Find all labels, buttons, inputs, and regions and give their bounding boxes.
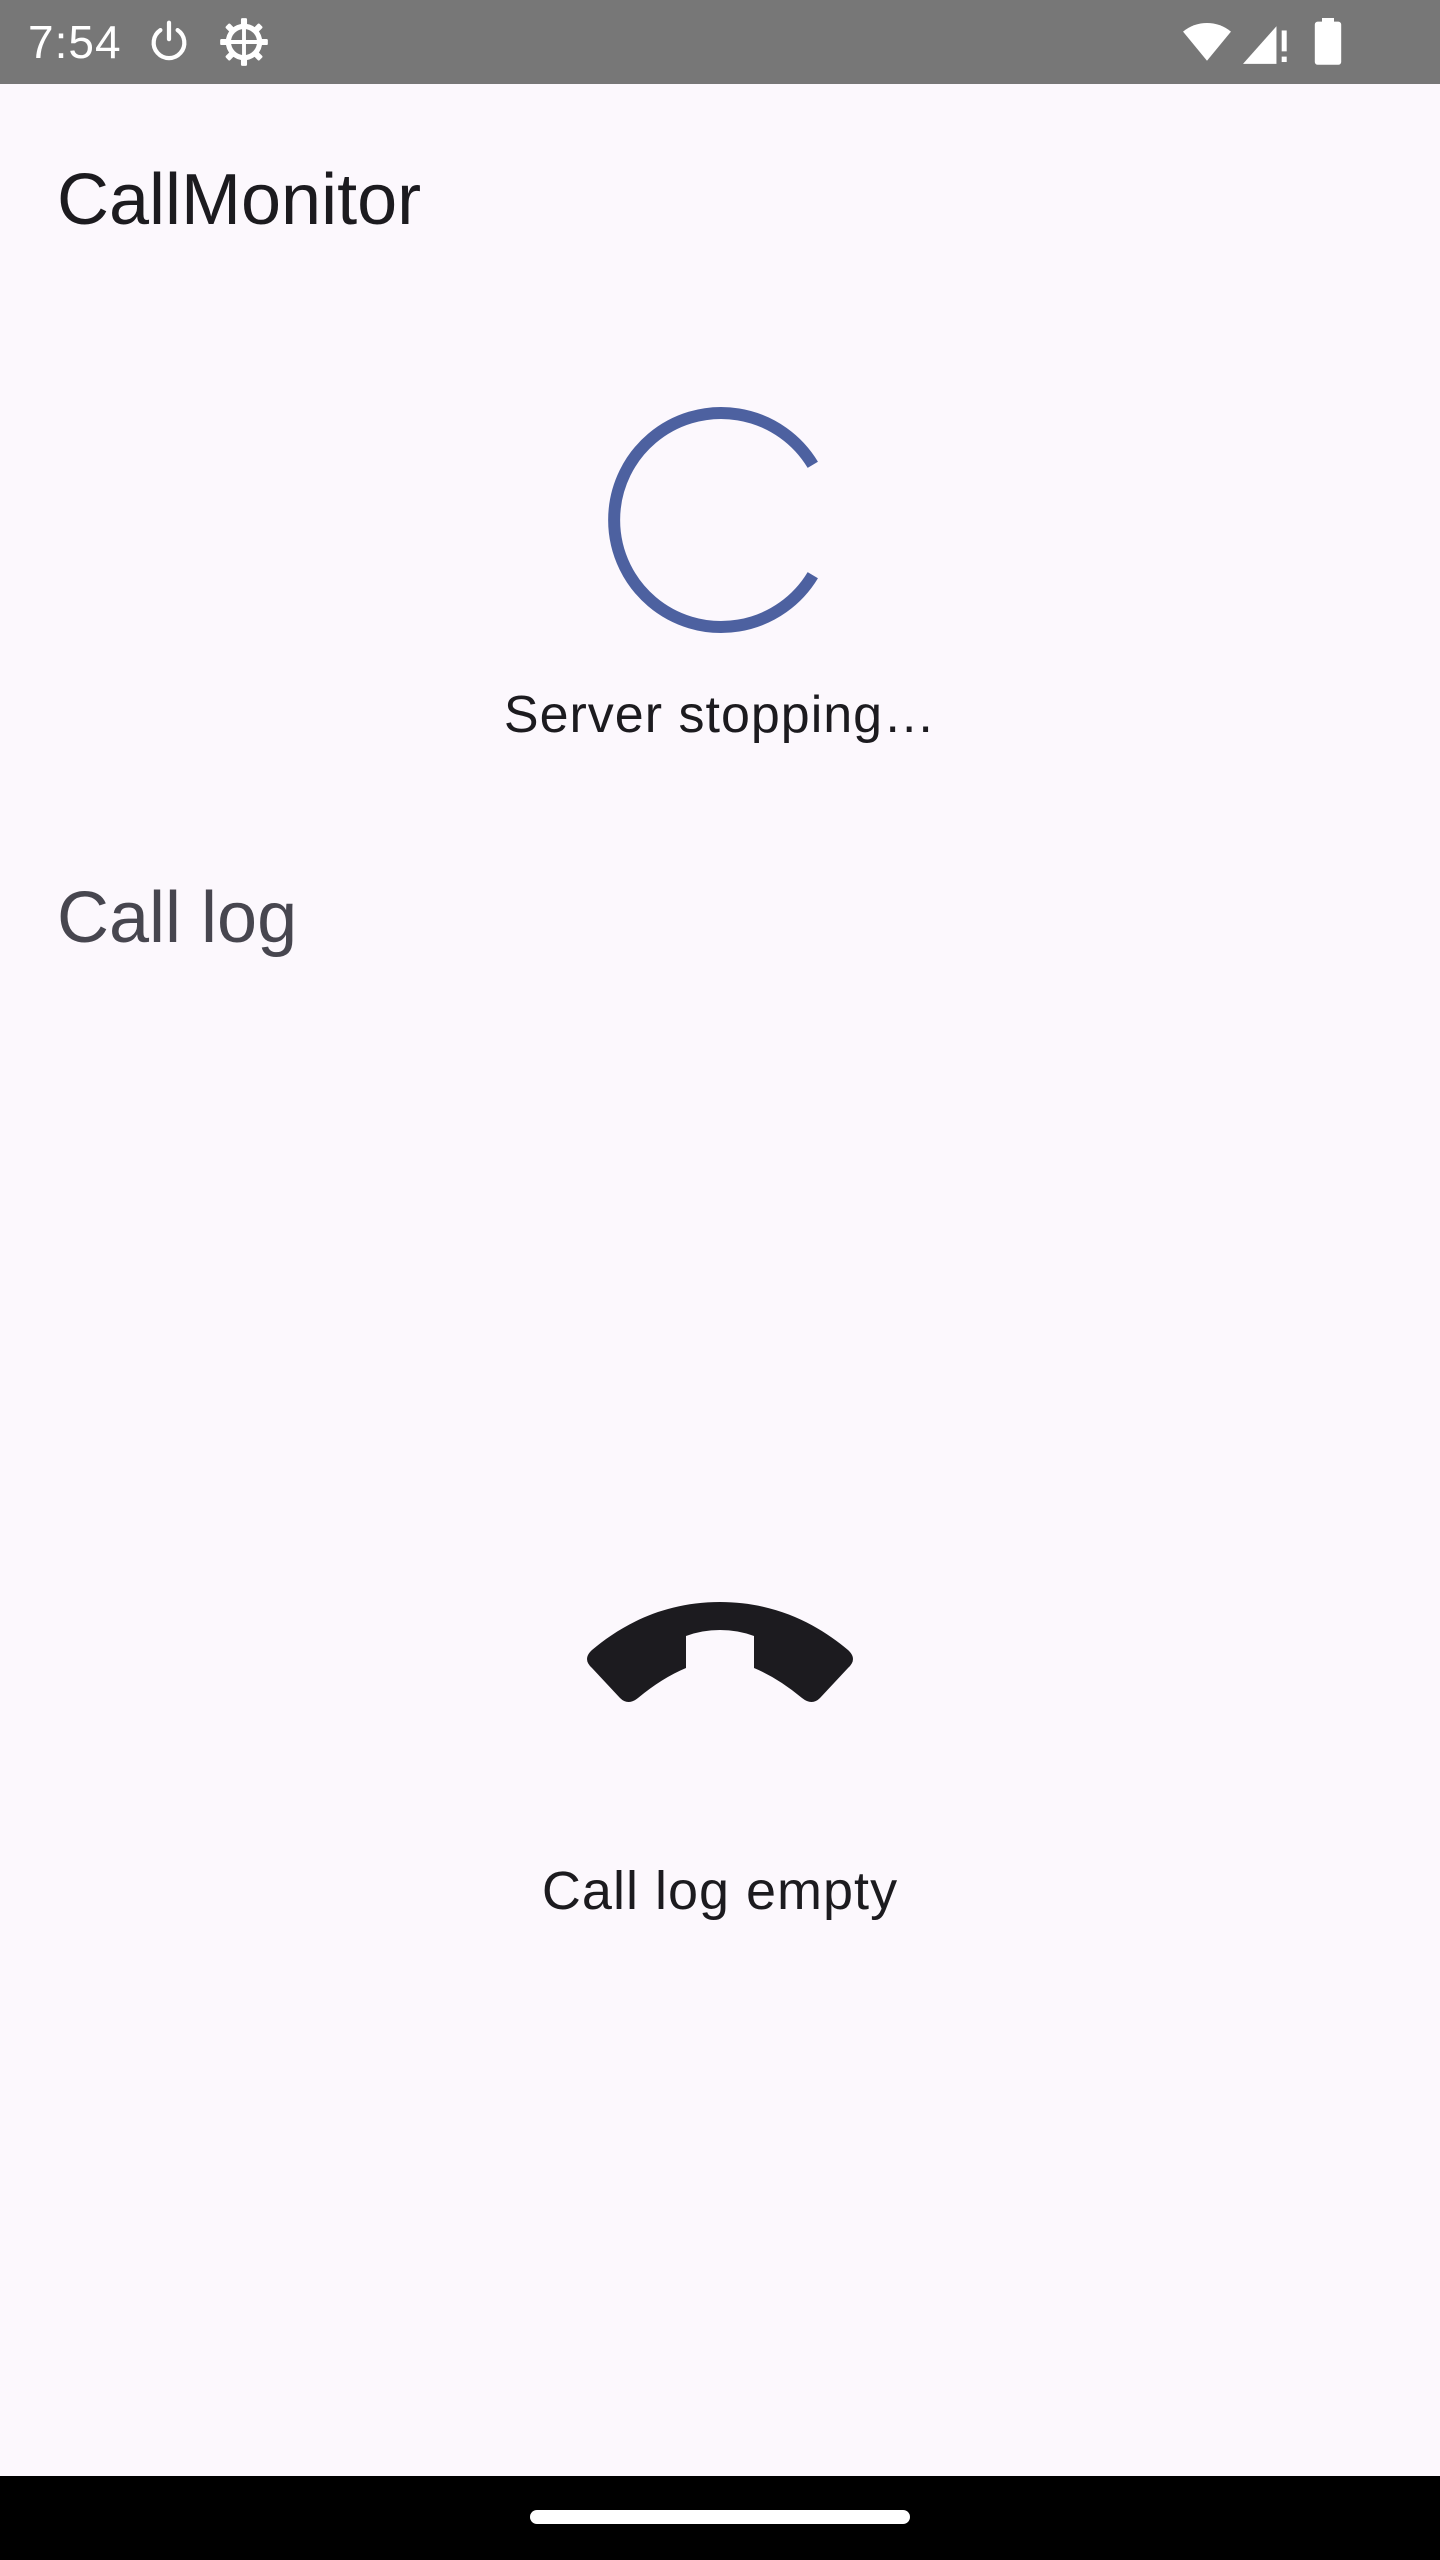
- spinner-icon: [608, 407, 818, 633]
- battery-icon: [1314, 18, 1342, 65]
- wifi-icon: [1183, 22, 1231, 61]
- app-title: CallMonitor: [57, 160, 422, 240]
- call-end-icon: [587, 1602, 853, 1702]
- home-gesture-handle[interactable]: [530, 2510, 910, 2524]
- power-icon: [151, 20, 187, 61]
- status-time: 7:54: [28, 16, 122, 68]
- status-bar: 7:54: [0, 0, 1440, 84]
- signal-icon: [1243, 26, 1287, 64]
- call-log-empty-text: Call log empty: [541, 1861, 899, 1921]
- gear-icon: [220, 18, 268, 66]
- server-status-text: Server stopping…: [503, 686, 937, 744]
- call-log-title: Call log: [57, 878, 298, 958]
